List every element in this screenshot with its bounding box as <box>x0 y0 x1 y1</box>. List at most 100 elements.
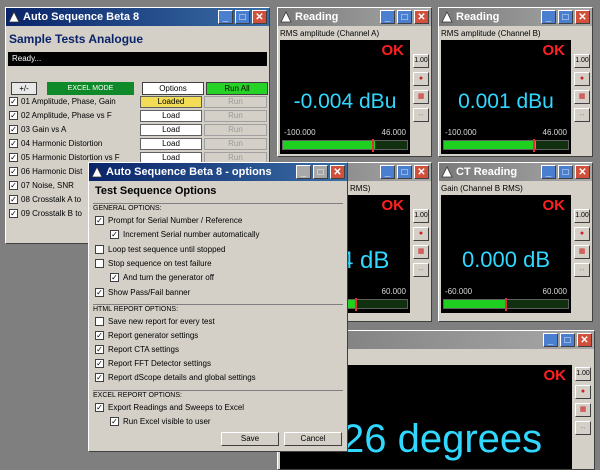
record-icon[interactable]: ● <box>574 72 590 86</box>
option-show-banner[interactable]: ✓ Show Pass/Fail banner <box>95 288 190 297</box>
minimize-icon[interactable]: _ <box>296 165 311 179</box>
chart-icon[interactable]: ▦ <box>574 90 590 104</box>
option-checkbox[interactable]: ✓ <box>95 403 104 412</box>
test-checkbox[interactable]: ✓ <box>9 153 18 162</box>
reading-a-titlebar[interactable]: Reading _ □ ✕ <box>278 8 431 26</box>
run-button[interactable]: Run <box>204 138 267 150</box>
maximize-icon[interactable]: □ <box>235 10 250 24</box>
option-checkbox[interactable] <box>95 317 104 326</box>
chart-icon[interactable]: ▦ <box>574 245 590 259</box>
option-report-generator[interactable]: ✓ Report generator settings <box>95 331 198 340</box>
record-icon[interactable]: ● <box>413 72 429 86</box>
option-checkbox[interactable]: ✓ <box>95 345 104 354</box>
ct-reading-window[interactable]: CT Reading _ □ ✕ Gain (Channel B RMS) OK 0… <box>438 162 593 322</box>
option-checkbox[interactable]: ✓ <box>110 273 119 282</box>
scale-icon[interactable]: 1.00 <box>574 209 590 223</box>
plus-minus-button[interactable]: +/- <box>11 82 37 95</box>
resize-icon[interactable]: ↔ <box>574 263 590 277</box>
chart-icon[interactable]: ▦ <box>575 403 591 417</box>
maximize-icon[interactable]: □ <box>397 165 412 179</box>
minimize-icon[interactable]: _ <box>380 165 395 179</box>
load-button[interactable]: Loaded <box>140 96 202 108</box>
save-button[interactable]: Save <box>221 432 279 446</box>
option-turn-generator-off[interactable]: ✓ And turn the generator off <box>110 273 214 282</box>
close-icon[interactable]: ✕ <box>330 165 345 179</box>
close-icon[interactable]: ✕ <box>252 10 267 24</box>
test-row[interactable]: ✓ 03 Gain vs A <box>9 123 139 136</box>
option-checkbox[interactable]: ✓ <box>110 230 119 239</box>
test-checkbox[interactable]: ✓ <box>9 181 18 190</box>
scale-icon[interactable]: 1.00 <box>413 209 429 223</box>
options-dialog[interactable]: Auto Sequence Beta 8 - options _ □ ✕ Test … <box>88 162 348 452</box>
option-checkbox[interactable] <box>95 259 104 268</box>
maximize-icon[interactable]: □ <box>558 10 573 24</box>
chart-icon[interactable]: ▦ <box>413 90 429 104</box>
options-button[interactable]: Options <box>142 82 204 95</box>
minimize-icon[interactable]: _ <box>380 10 395 24</box>
options-titlebar[interactable]: Auto Sequence Beta 8 - options _ □ ✕ <box>89 163 347 181</box>
test-checkbox[interactable]: ✓ <box>9 195 18 204</box>
scale-icon[interactable]: 1.00 <box>413 54 429 68</box>
chart-icon[interactable]: ▦ <box>413 245 429 259</box>
load-button[interactable]: Load <box>140 124 202 136</box>
test-row[interactable]: ✓ 02 Amplitude, Phase vs F <box>9 109 139 122</box>
test-checkbox[interactable]: ✓ <box>9 111 18 120</box>
maximize-icon[interactable]: □ <box>397 10 412 24</box>
test-checkbox[interactable]: ✓ <box>9 125 18 134</box>
option-export-excel[interactable]: ✓ Export Readings and Sweeps to Excel <box>95 403 244 412</box>
test-checkbox[interactable]: ✓ <box>9 97 18 106</box>
auto-sequence-titlebar[interactable]: Auto Sequence Beta 8 _ □ ✕ <box>6 8 269 26</box>
resize-icon[interactable]: ↔ <box>413 108 429 122</box>
option-report-fft[interactable]: ✓ Report FFT Detector settings <box>95 359 211 368</box>
minimize-icon[interactable]: _ <box>218 10 233 24</box>
minimize-icon[interactable]: _ <box>541 10 556 24</box>
excel-mode-button[interactable]: EXCEL MODE <box>47 82 134 95</box>
test-row[interactable]: ✓ 01 Amplitude, Phase, Gain <box>9 95 139 108</box>
option-prompt-serial[interactable]: ✓ Prompt for Serial Number / Reference <box>95 216 242 225</box>
option-run-excel-visible[interactable]: ✓ Run Excel visible to user <box>110 417 211 426</box>
record-icon[interactable]: ● <box>575 385 591 399</box>
run-button[interactable]: Run <box>204 124 267 136</box>
option-loop[interactable]: Loop test sequence until stopped <box>95 245 225 254</box>
load-button[interactable]: Load <box>140 138 202 150</box>
option-checkbox[interactable]: ✓ <box>95 373 104 382</box>
option-save-new-report[interactable]: Save new report for every test <box>95 317 215 326</box>
record-icon[interactable]: ● <box>413 227 429 241</box>
resize-icon[interactable]: ↔ <box>575 421 591 435</box>
reading-window-b[interactable]: Reading _ □ ✕ RMS amplitude (Channel B) OK… <box>438 7 593 157</box>
load-button[interactable]: Load <box>140 110 202 122</box>
option-checkbox[interactable]: ✓ <box>95 359 104 368</box>
close-icon[interactable]: ✕ <box>577 333 592 347</box>
reading-b-titlebar[interactable]: Reading _ □ ✕ <box>439 8 592 26</box>
run-all-button[interactable]: Run All <box>206 82 268 95</box>
reading-window-a[interactable]: Reading _ □ ✕ RMS amplitude (Channel A) OK… <box>277 7 432 157</box>
maximize-icon[interactable]: □ <box>558 165 573 179</box>
maximize-icon[interactable]: □ <box>313 165 328 179</box>
scale-icon[interactable]: 1.00 <box>575 367 591 381</box>
minimize-icon[interactable]: _ <box>541 165 556 179</box>
option-report-cta[interactable]: ✓ Report CTA settings <box>95 345 179 354</box>
option-report-dscope[interactable]: ✓ Report dScope details and global settin… <box>95 373 256 382</box>
close-icon[interactable]: ✕ <box>414 165 429 179</box>
option-checkbox[interactable]: ✓ <box>95 216 104 225</box>
close-icon[interactable]: ✕ <box>575 165 590 179</box>
resize-icon[interactable]: ↔ <box>574 108 590 122</box>
cancel-button[interactable]: Cancel <box>284 432 342 446</box>
option-stop-failure[interactable]: Stop sequence on test failure <box>95 259 212 268</box>
option-checkbox[interactable]: ✓ <box>95 331 104 340</box>
close-icon[interactable]: ✕ <box>414 10 429 24</box>
test-checkbox[interactable]: ✓ <box>9 209 18 218</box>
option-checkbox[interactable]: ✓ <box>110 417 119 426</box>
test-row[interactable]: ✓ 04 Harmonic Distortion <box>9 137 139 150</box>
scale-icon[interactable]: 1.00 <box>574 54 590 68</box>
record-icon[interactable]: ● <box>574 227 590 241</box>
run-button[interactable]: Run <box>204 110 267 122</box>
ct-reading-titlebar[interactable]: CT Reading _ □ ✕ <box>439 163 592 181</box>
option-checkbox[interactable] <box>95 245 104 254</box>
minimize-icon[interactable]: _ <box>543 333 558 347</box>
close-icon[interactable]: ✕ <box>575 10 590 24</box>
test-checkbox[interactable]: ✓ <box>9 139 18 148</box>
test-checkbox[interactable]: ✓ <box>9 167 18 176</box>
option-increment-serial[interactable]: ✓ Increment Serial number automatically <box>110 230 260 239</box>
run-button[interactable]: Run <box>204 96 267 108</box>
